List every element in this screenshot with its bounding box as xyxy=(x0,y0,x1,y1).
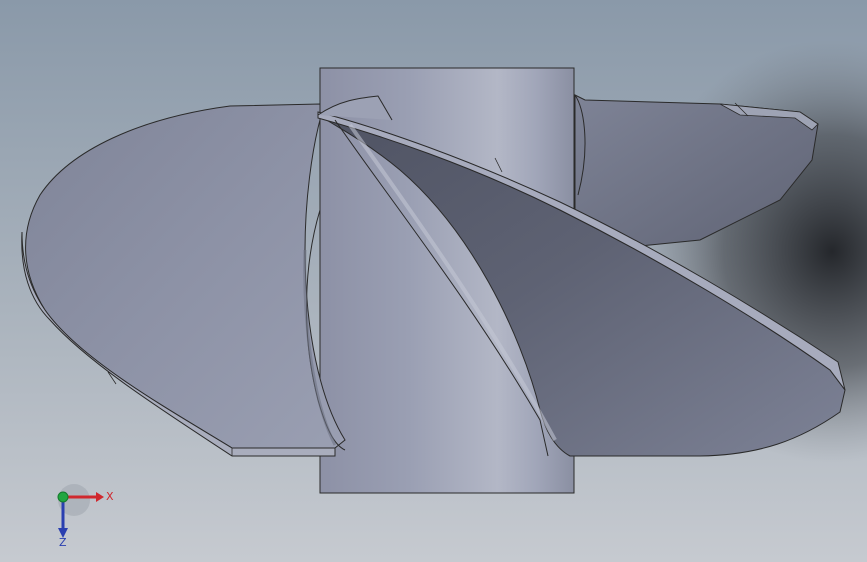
model-scene[interactable] xyxy=(0,0,867,562)
x-axis-label: X xyxy=(106,490,114,503)
z-axis-label: Z xyxy=(59,536,67,549)
3d-viewport[interactable]: X Z xyxy=(0,0,867,562)
coordinate-triad: X Z xyxy=(44,480,124,550)
y-axis-dot xyxy=(57,491,69,503)
